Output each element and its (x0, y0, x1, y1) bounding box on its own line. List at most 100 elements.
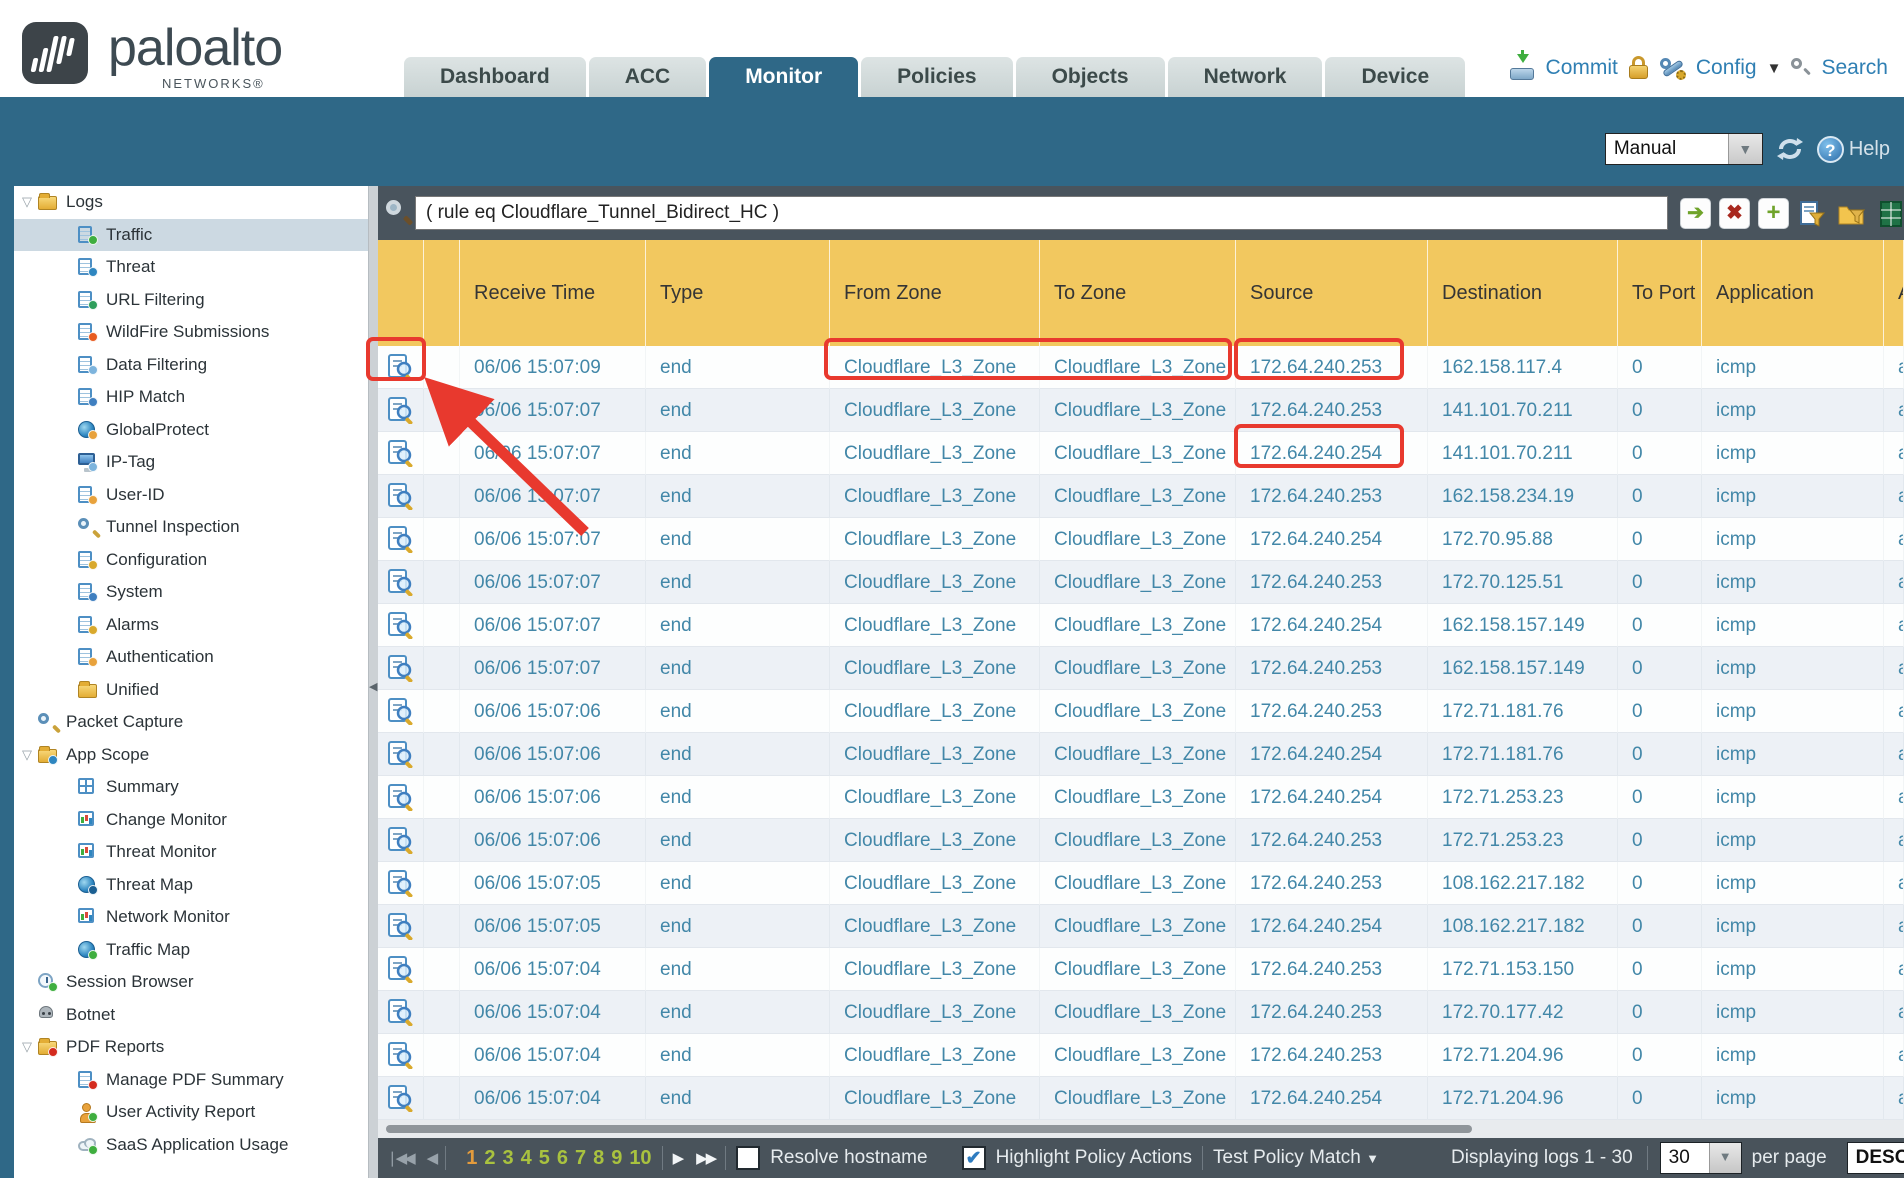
sidebar-item-data-filtering[interactable]: Data Filtering (14, 349, 368, 382)
prev-page-icon[interactable]: ◀ (427, 1149, 436, 1167)
filter-builder-icon[interactable] (1797, 198, 1828, 229)
log-detail-icon[interactable] (378, 819, 424, 862)
test-policy-match-dropdown[interactable]: Test Policy Match ▼ (1213, 1147, 1379, 1169)
sidebar-item-app-scope[interactable]: ▽App Scope (14, 739, 368, 772)
lock-icon[interactable] (1628, 56, 1650, 80)
page-number-8[interactable]: 8 (593, 1147, 604, 1170)
search-link[interactable]: Search (1821, 56, 1888, 80)
log-detail-icon[interactable] (378, 389, 424, 432)
per-page-combo[interactable]: 30 ▼ (1660, 1142, 1742, 1174)
sidebar-item-globalprotect[interactable]: GlobalProtect (14, 414, 368, 447)
column-header-application[interactable]: Application (1702, 240, 1884, 346)
sidebar-item-authentication[interactable]: Authentication (14, 641, 368, 674)
page-number-3[interactable]: 3 (502, 1147, 513, 1170)
sidebar-item-hip-match[interactable]: HIP Match (14, 381, 368, 414)
log-row-2[interactable]: 06/06 15:07:07endCloudflare_L3_ZoneCloud… (378, 389, 1904, 432)
column-header-to-zone[interactable]: To Zone (1040, 240, 1236, 346)
log-row-6[interactable]: 06/06 15:07:07endCloudflare_L3_ZoneCloud… (378, 561, 1904, 604)
log-detail-icon[interactable] (378, 432, 424, 475)
help-label[interactable]: Help (1849, 138, 1890, 161)
config-caret-icon[interactable]: ▼ (1767, 60, 1782, 77)
load-filter-icon[interactable] (1836, 198, 1867, 229)
tab-acc[interactable]: ACC (589, 57, 707, 97)
config-link[interactable]: Config (1696, 56, 1757, 80)
log-detail-icon[interactable] (378, 733, 424, 776)
sidebar-splitter[interactable]: ◀ (368, 186, 378, 1178)
sidebar-item-unified[interactable]: Unified (14, 674, 368, 707)
page-number-7[interactable]: 7 (575, 1147, 586, 1170)
sort-order-value[interactable]: DESC (1848, 1143, 1904, 1173)
clear-filter-icon[interactable]: ✖ (1719, 198, 1750, 229)
resolve-hostname-checkbox[interactable] (736, 1146, 760, 1170)
tree-expand-icon[interactable]: ▽ (18, 747, 36, 763)
sidebar-item-traffic[interactable]: Traffic (14, 219, 368, 252)
page-number-10[interactable]: 10 (629, 1147, 651, 1170)
log-filter-input[interactable] (415, 196, 1668, 230)
refresh-mode-combo[interactable]: Manual ▼ (1605, 133, 1763, 165)
last-page-icon[interactable]: ▶▶ (696, 1149, 715, 1167)
sidebar-item-tunnel-inspection[interactable]: Tunnel Inspection (14, 511, 368, 544)
sidebar-item-threat-monitor[interactable]: Threat Monitor (14, 836, 368, 869)
sidebar-item-user-activity-report[interactable]: User Activity Report (14, 1096, 368, 1129)
tab-device[interactable]: Device (1325, 57, 1465, 97)
sidebar-item-summary[interactable]: Summary (14, 771, 368, 804)
tab-policies[interactable]: Policies (861, 57, 1012, 97)
log-row-1[interactable]: 06/06 15:07:09endCloudflare_L3_ZoneCloud… (378, 346, 1904, 389)
sidebar-item-system[interactable]: System (14, 576, 368, 609)
page-number-6[interactable]: 6 (557, 1147, 568, 1170)
sidebar-item-alarms[interactable]: Alarms (14, 609, 368, 642)
sidebar-item-configuration[interactable]: Configuration (14, 544, 368, 577)
sidebar-item-wildfire-submissions[interactable]: WildFire Submissions (14, 316, 368, 349)
refresh-mode-dropdown-button[interactable]: ▼ (1728, 134, 1762, 164)
page-number-4[interactable]: 4 (521, 1147, 532, 1170)
tree-expand-icon[interactable]: ▽ (18, 1039, 36, 1055)
page-number-1[interactable]: 1 (466, 1147, 477, 1170)
refresh-mode-value[interactable]: Manual (1606, 134, 1728, 164)
collapse-sidebar-icon[interactable]: ◀ (369, 680, 377, 693)
tab-dashboard[interactable]: Dashboard (404, 57, 586, 97)
sidebar-item-saas-application-usage[interactable]: SaaS Application Usage (14, 1129, 368, 1162)
column-header-from-zone[interactable]: From Zone (830, 240, 1040, 346)
log-detail-icon[interactable] (378, 991, 424, 1034)
page-number-9[interactable]: 9 (611, 1147, 622, 1170)
log-detail-icon[interactable] (378, 475, 424, 518)
log-detail-icon[interactable] (378, 690, 424, 733)
first-page-icon[interactable]: ❘◀◀ (386, 1149, 413, 1167)
horizontal-scrollbar[interactable] (378, 1120, 1904, 1138)
sidebar-item-session-browser[interactable]: Session Browser (14, 966, 368, 999)
page-number-2[interactable]: 2 (484, 1147, 495, 1170)
log-row-8[interactable]: 06/06 15:07:07endCloudflare_L3_ZoneCloud… (378, 647, 1904, 690)
export-logs-icon[interactable] (1875, 198, 1904, 229)
log-detail-icon[interactable] (378, 862, 424, 905)
column-header-destination[interactable]: Destination (1428, 240, 1618, 346)
log-detail-icon[interactable] (378, 561, 424, 604)
sidebar-item-network-monitor[interactable]: Network Monitor (14, 901, 368, 934)
log-detail-icon[interactable] (378, 1034, 424, 1077)
tree-expand-icon[interactable]: ▽ (18, 194, 36, 210)
sidebar-item-manage-pdf-summary[interactable]: Manage PDF Summary (14, 1064, 368, 1097)
page-number-5[interactable]: 5 (539, 1147, 550, 1170)
log-detail-icon[interactable] (378, 776, 424, 819)
log-row-10[interactable]: 06/06 15:07:06endCloudflare_L3_ZoneCloud… (378, 733, 1904, 776)
sidebar-item-packet-capture[interactable]: Packet Capture (14, 706, 368, 739)
apply-filter-icon[interactable]: ➔ (1680, 198, 1711, 229)
log-detail-icon[interactable] (378, 518, 424, 561)
log-detail-icon[interactable] (378, 1077, 424, 1120)
log-detail-icon[interactable] (378, 346, 424, 389)
sidebar-item-user-id[interactable]: User-ID (14, 479, 368, 512)
sidebar-item-logs[interactable]: ▽Logs (14, 186, 368, 219)
log-row-17[interactable]: 06/06 15:07:04endCloudflare_L3_ZoneCloud… (378, 1034, 1904, 1077)
log-row-13[interactable]: 06/06 15:07:05endCloudflare_L3_ZoneCloud… (378, 862, 1904, 905)
log-detail-icon[interactable] (378, 647, 424, 690)
log-row-15[interactable]: 06/06 15:07:04endCloudflare_L3_ZoneCloud… (378, 948, 1904, 991)
highlight-policy-actions-checkbox[interactable]: ✔ (962, 1146, 986, 1170)
tab-network[interactable]: Network (1168, 57, 1323, 97)
log-row-11[interactable]: 06/06 15:07:06endCloudflare_L3_ZoneCloud… (378, 776, 1904, 819)
column-header-source[interactable]: Source (1236, 240, 1428, 346)
tab-monitor[interactable]: Monitor (709, 57, 858, 97)
per-page-value[interactable]: 30 (1661, 1143, 1709, 1173)
sidebar-item-pdf-reports[interactable]: ▽PDF Reports (14, 1031, 368, 1064)
sidebar-item-url-filtering[interactable]: URL Filtering (14, 284, 368, 317)
log-row-4[interactable]: 06/06 15:07:07endCloudflare_L3_ZoneCloud… (378, 475, 1904, 518)
sidebar-item-threat[interactable]: Threat (14, 251, 368, 284)
